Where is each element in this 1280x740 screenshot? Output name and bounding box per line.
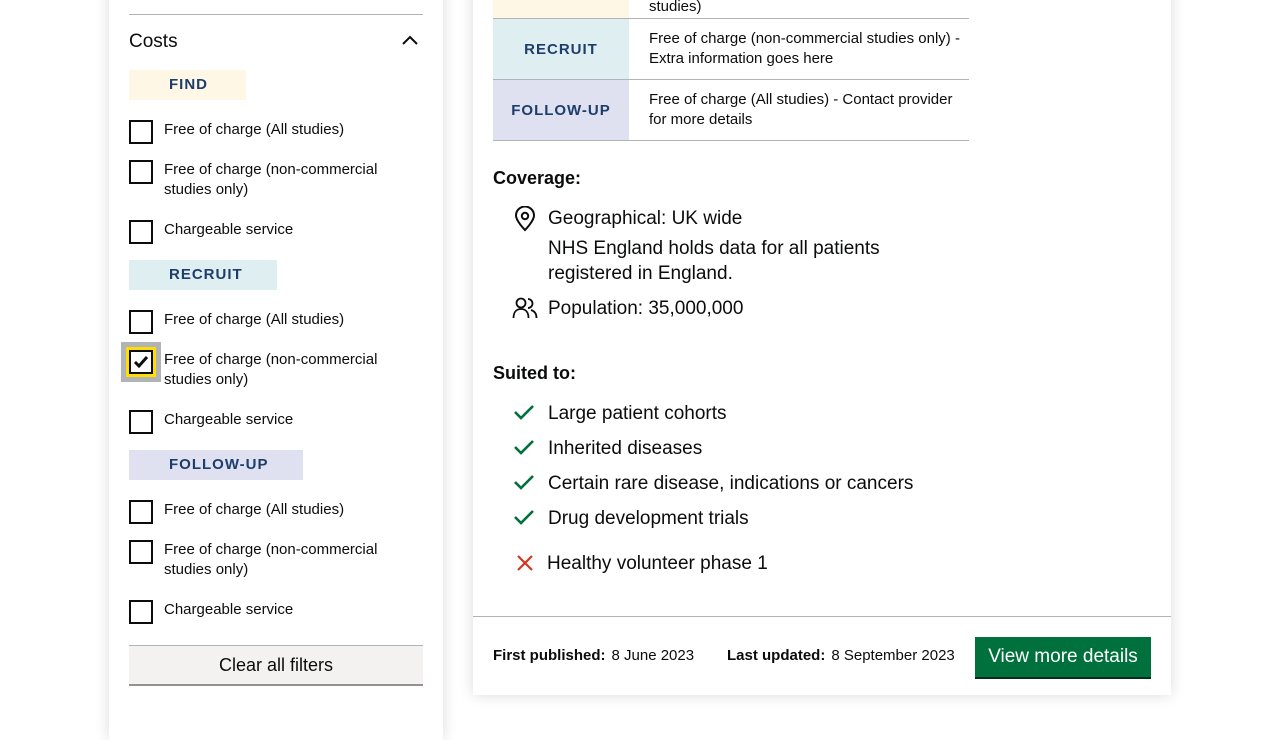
checkbox-box[interactable] (129, 310, 153, 334)
cost-row-recruit: RECRUIT Free of charge (non-commercial s… (493, 19, 969, 79)
people-icon (512, 297, 538, 319)
checkbox-label: Chargeable service (164, 221, 294, 238)
costs-filter-title: Costs (129, 31, 178, 52)
checkbox-box[interactable] (129, 600, 153, 624)
divider (493, 140, 969, 141)
suited-item-label: Inherited diseases (548, 438, 703, 459)
coverage-population: Population: 35,000,000 (548, 298, 744, 319)
check-icon (133, 356, 149, 369)
coverage-heading: Coverage: (493, 168, 582, 188)
first-published-value: 8 June 2023 (611, 647, 695, 664)
checkbox-box[interactable] (129, 500, 153, 524)
cost-tag-follow-up: FOLLOW-UP (493, 80, 629, 140)
chevron-up-icon[interactable] (402, 35, 418, 45)
view-more-details-button[interactable]: View more details (975, 637, 1151, 677)
cost-tag-find (493, 0, 629, 18)
checkbox-box[interactable] (129, 410, 153, 434)
checkbox-box[interactable] (129, 220, 153, 244)
location-pin-icon (514, 206, 536, 232)
check-icon (514, 405, 534, 420)
cost-row-follow-up: FOLLOW-UP Free of charge (All studies) -… (493, 80, 969, 140)
cost-text-partial: studies) (649, 0, 702, 15)
first-published-label: First published: (493, 647, 606, 664)
coverage-note: NHS England holds data for all patients … (548, 238, 880, 284)
check-icon (514, 510, 534, 525)
last-updated-value: 8 September 2023 (831, 647, 955, 664)
checkbox-label: Free of charge (All studies) (164, 501, 345, 518)
suited-item-label: Large patient cohorts (548, 403, 727, 424)
suited-item-label: Certain rare disease, indications or can… (548, 473, 914, 494)
suited-heading: Suited to: (493, 363, 576, 383)
checkbox-label: Chargeable service (164, 601, 294, 618)
checkbox-box[interactable] (129, 120, 153, 144)
check-icon (514, 440, 534, 455)
first-published: First published: 8 June 2023 (493, 647, 694, 665)
suited-item-label: Drug development trials (548, 508, 749, 529)
cost-text-follow-up: Free of charge (All studies) - Contact p… (649, 91, 953, 128)
divider (473, 616, 1171, 617)
checkbox-label: Chargeable service (164, 411, 294, 428)
cost-row-find: studies) (493, 0, 969, 18)
coverage-geographical: Geographical: UK wide (548, 208, 743, 229)
checkbox-box[interactable] (129, 540, 153, 564)
clear-all-filters-button[interactable]: Clear all filters (129, 645, 423, 686)
checkbox-label: Free of charge (All studies) (164, 311, 345, 328)
checkbox-box-checked[interactable] (126, 347, 156, 377)
checkbox-box[interactable] (129, 160, 153, 184)
checkbox-label: Free of charge (non-commercial studies o… (164, 161, 378, 198)
last-updated-label: Last updated: (727, 647, 826, 664)
check-icon (514, 475, 534, 490)
last-updated: Last updated: 8 September 2023 (727, 647, 955, 665)
checkbox-label: Free of charge (All studies) (164, 121, 345, 138)
divider (129, 14, 423, 15)
cross-icon (517, 555, 533, 571)
tag-follow-up: FOLLOW-UP (129, 450, 303, 480)
checkbox-label: Free of charge (non-commercial studies o… (164, 351, 378, 388)
cost-text-recruit: Free of charge (non-commercial studies o… (649, 30, 960, 67)
tag-find: FIND (129, 70, 246, 100)
not-suited-item-label: Healthy volunteer phase 1 (547, 553, 768, 574)
cost-tag-recruit: RECRUIT (493, 19, 629, 79)
checkbox-label: Free of charge (non-commercial studies o… (164, 541, 378, 578)
tag-recruit: RECRUIT (129, 260, 277, 290)
